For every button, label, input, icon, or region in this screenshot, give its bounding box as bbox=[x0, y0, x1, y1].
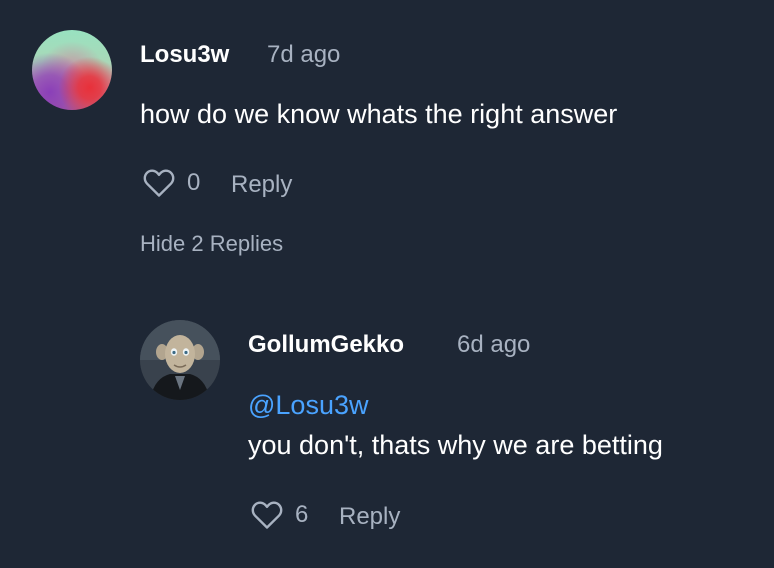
gollum-avatar[interactable] bbox=[140, 320, 220, 400]
avatar[interactable] bbox=[32, 30, 112, 110]
hide-replies-button[interactable]: Hide 2 Replies bbox=[140, 231, 283, 257]
reply-like-button[interactable]: 6 bbox=[251, 500, 308, 530]
gollum-avatar-image bbox=[140, 320, 220, 400]
reply-like-count: 6 bbox=[295, 501, 309, 528]
like-button[interactable]: 0 bbox=[143, 168, 200, 198]
reply-reply-button[interactable]: Reply bbox=[339, 503, 400, 531]
reply-text: you don't, thats why we are betting bbox=[248, 430, 663, 460]
like-count: 0 bbox=[187, 169, 201, 196]
comment-text: how do we know whats the right answer bbox=[140, 99, 618, 129]
heart-icon bbox=[251, 501, 283, 529]
reply-timestamp: 6d ago bbox=[457, 331, 531, 358]
reply-username[interactable]: GollumGekko bbox=[248, 331, 404, 359]
reply-button[interactable]: Reply bbox=[231, 171, 292, 199]
comment-timestamp: 7d ago bbox=[267, 41, 341, 68]
heart-icon bbox=[143, 169, 175, 197]
comment: Losu3w 7d ago how do we know whats the r… bbox=[0, 0, 774, 568]
reply-mention-link[interactable]: @Losu3w bbox=[248, 390, 368, 421]
comment-username[interactable]: Losu3w bbox=[140, 41, 229, 69]
